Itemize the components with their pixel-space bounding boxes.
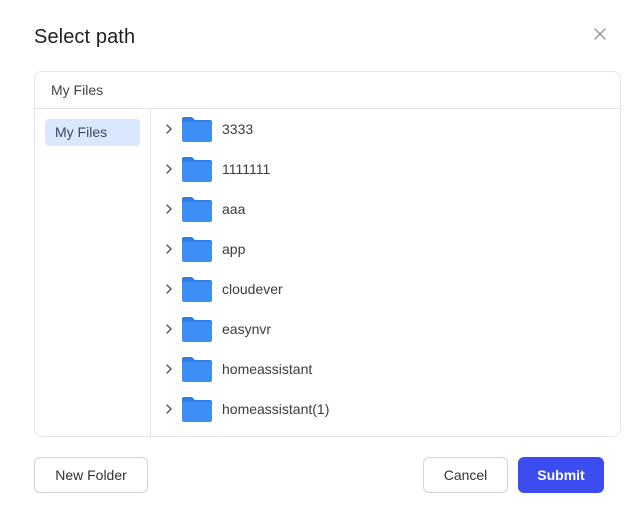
folder-icon [181, 275, 213, 303]
folder-icon [181, 235, 213, 263]
dialog-title: Select path [34, 26, 136, 48]
folder-row[interactable]: homeassistant(1) [152, 389, 620, 429]
chevron-right-icon[interactable] [164, 162, 174, 174]
folder-icon [181, 115, 213, 143]
folder-icon [181, 315, 213, 343]
folder-row[interactable]: 3333 [152, 109, 620, 149]
folder-icon [181, 155, 213, 183]
folder-list[interactable]: 3333 1111111 aaa app cloudever easynvr homeass… [152, 109, 620, 436]
sidebar-item-my-files[interactable]: My Files [45, 119, 140, 146]
new-folder-button[interactable]: New Folder [34, 457, 148, 493]
breadcrumb: My Files [35, 72, 620, 109]
chevron-right-icon[interactable] [164, 322, 174, 334]
folder-icon [181, 355, 213, 383]
folder-row[interactable]: cloudever [152, 269, 620, 309]
chevron-right-icon[interactable] [164, 202, 174, 214]
folder-row[interactable]: homeassistant [152, 349, 620, 389]
submit-button[interactable]: Submit [518, 457, 604, 493]
folder-name: 3333 [222, 121, 254, 137]
folder-icon [181, 395, 213, 423]
folder-row[interactable]: aaa [152, 189, 620, 229]
folder-name: homeassistant(1) [222, 401, 330, 417]
breadcrumb-item-my-files[interactable]: My Files [51, 82, 103, 98]
chevron-right-icon[interactable] [164, 402, 174, 414]
close-icon[interactable] [591, 25, 609, 43]
folder-name: aaa [222, 201, 246, 217]
folder-name: app [222, 241, 246, 257]
folder-row[interactable]: app [152, 229, 620, 269]
chevron-right-icon[interactable] [164, 282, 174, 294]
folder-name: cloudever [222, 281, 283, 297]
folder-row[interactable]: easynvr [152, 309, 620, 349]
chevron-right-icon[interactable] [164, 242, 174, 254]
folder-icon [181, 195, 213, 223]
select-path-dialog: Select path My Files My Files 3333 111111… [0, 0, 638, 517]
chevron-right-icon[interactable] [164, 122, 174, 134]
folder-name: easynvr [222, 321, 272, 337]
browser-body: My Files 3333 1111111 aaa app cloudever easyn… [35, 109, 620, 436]
folder-row[interactable]: 1111111 [152, 149, 620, 189]
sidebar: My Files [35, 109, 151, 436]
folder-icon [181, 435, 213, 436]
cancel-button[interactable]: Cancel [423, 457, 508, 493]
folder-name: 1111111 [222, 161, 271, 177]
folder-row[interactable] [152, 429, 620, 436]
path-browser: My Files My Files 3333 1111111 aaa app cloud… [34, 71, 621, 437]
folder-name: homeassistant [222, 361, 313, 377]
chevron-right-icon[interactable] [164, 362, 174, 374]
